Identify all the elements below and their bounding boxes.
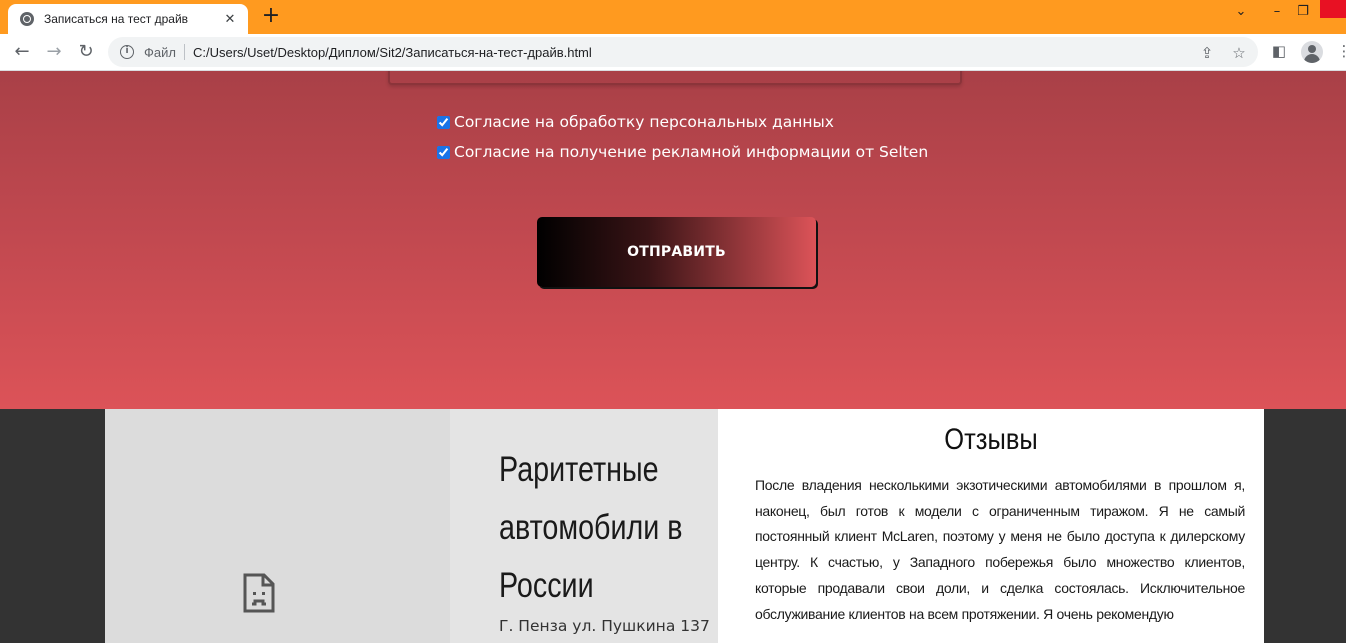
company-info: Раритетные автомобили в России Г. Пенза … bbox=[450, 409, 718, 643]
close-tab-icon[interactable]: ✕ bbox=[222, 12, 238, 27]
footer-image bbox=[105, 409, 450, 643]
close-window-button[interactable] bbox=[1320, 0, 1346, 18]
browser-tab[interactable]: Записаться на тест драйв ✕ bbox=[8, 4, 248, 34]
company-address: Г. Пенза ул. Пушкина 137 bbox=[499, 617, 710, 635]
browser-toolbar: ← → ↻ i Файл C:/Users/Uset/Desktop/Дипло… bbox=[0, 34, 1346, 71]
consent-advertising-checkbox[interactable] bbox=[437, 145, 450, 159]
side-panel-icon[interactable]: ◧ bbox=[1269, 42, 1289, 60]
consent-personal-data-label: Согласие на обработку персональных данны… bbox=[454, 113, 834, 131]
company-name: Раритетные автомобили в России bbox=[499, 450, 683, 605]
submit-button[interactable]: ОТПРАВИТЬ bbox=[537, 217, 816, 287]
reviews-title: Отзывы bbox=[944, 423, 1038, 456]
page-viewport: Согласие на обработку персональных данны… bbox=[0, 71, 1346, 643]
consent-personal-data-checkbox[interactable] bbox=[437, 115, 450, 129]
file-scheme-label: Файл bbox=[144, 44, 176, 60]
form-field-bottom-edge bbox=[388, 71, 962, 85]
consent-advertising[interactable]: Согласие на получение рекламной информац… bbox=[437, 143, 928, 161]
consent-advertising-label: Согласие на получение рекламной информац… bbox=[454, 143, 929, 161]
tab-title: Записаться на тест драйв bbox=[44, 12, 189, 26]
share-icon[interactable]: ⇪ bbox=[1198, 44, 1216, 62]
info-icon[interactable]: i bbox=[120, 45, 134, 59]
globe-icon bbox=[20, 12, 34, 26]
consent-personal-data[interactable]: Согласие на обработку персональных данны… bbox=[437, 113, 834, 131]
bookmark-star-icon[interactable]: ☆ bbox=[1230, 44, 1248, 62]
back-arrow-icon[interactable]: ← bbox=[10, 40, 34, 64]
menu-kebab-icon[interactable]: ⋮ bbox=[1334, 42, 1346, 60]
address-bar[interactable]: i Файл C:/Users/Uset/Desktop/Диплом/Sit2… bbox=[108, 37, 1258, 67]
profile-avatar-icon[interactable] bbox=[1301, 41, 1323, 63]
forward-arrow-icon[interactable]: → bbox=[42, 40, 66, 64]
url-text[interactable]: C:/Users/Uset/Desktop/Диплом/Sit2/Записа… bbox=[193, 45, 592, 60]
browser-tab-strip: Записаться на тест драйв ✕ + ⌄ – ❐ bbox=[0, 0, 1346, 34]
minimize-button[interactable]: – bbox=[1264, 0, 1290, 26]
restore-button[interactable]: ❐ bbox=[1290, 0, 1316, 26]
new-tab-button[interactable]: + bbox=[260, 5, 282, 28]
reviews-panel: Отзывы После владения несколькими экзоти… bbox=[718, 409, 1264, 643]
broken-image-icon bbox=[243, 573, 275, 613]
address-separator bbox=[183, 44, 185, 60]
review-text: После владения несколькими экзотическими… bbox=[755, 477, 1245, 622]
tab-search-chevron-icon[interactable]: ⌄ bbox=[1228, 0, 1254, 26]
test-drive-form-section: Согласие на обработку персональных данны… bbox=[0, 71, 1346, 409]
footer: Раритетные автомобили в России Г. Пенза … bbox=[0, 409, 1346, 643]
reload-icon[interactable]: ↻ bbox=[74, 40, 98, 64]
